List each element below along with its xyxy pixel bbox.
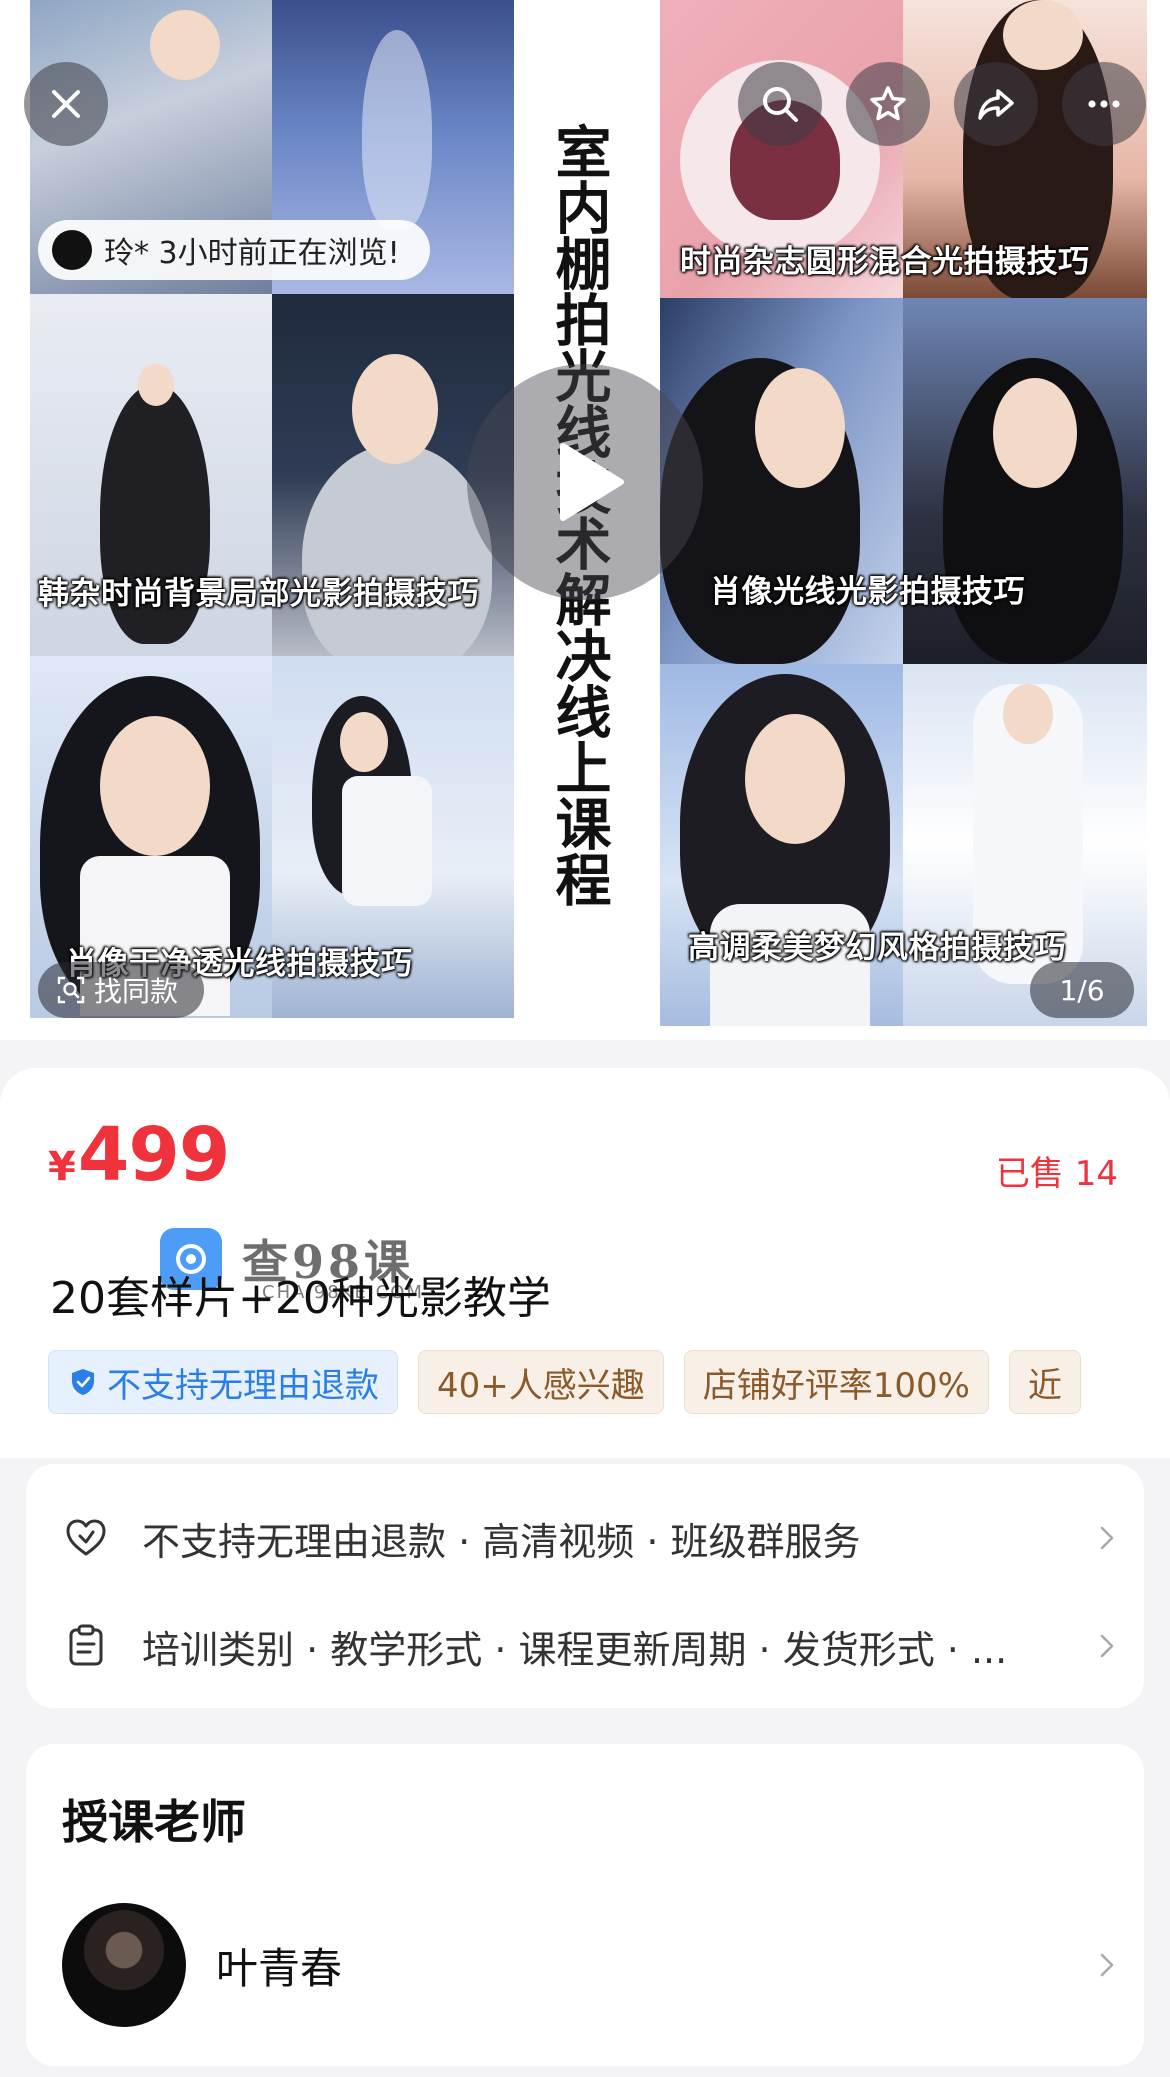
viewer-text: 玲* 3小时前正在浏览! [104,236,400,271]
tag-label: 40+人感兴趣 [437,1365,645,1406]
share-button[interactable] [954,62,1038,146]
sold-count: 已售 14 [995,1154,1118,1194]
tag-interest[interactable]: 40+人感兴趣 [418,1350,664,1414]
scan-search-icon [57,976,85,1004]
teacher-section-title: 授课老师 [62,1795,246,1849]
product-detail-page: 室内棚拍光线技术解决线上课程 时尚杂志圆形混合光拍摄技巧 韩杂时尚背景局部光影拍… [0,0,1170,2077]
tag-more[interactable]: 近 [1008,1350,1081,1414]
price-value: 499 [77,1112,230,1198]
teacher-avatar [62,1903,186,2027]
search-button[interactable] [738,62,822,146]
play-video-button[interactable] [467,364,703,600]
favorite-button[interactable] [846,62,930,146]
photo-caption: 时尚杂志圆形混合光拍摄技巧 [680,244,1090,280]
course-params-row[interactable]: 培训类别 · 教学形式 · 课程更新周期 · 发货形式 · ... [62,1606,1122,1686]
photo-caption: 肖像光线光影拍摄技巧 [710,574,1025,610]
teacher-name: 叶青春 [216,1943,343,1993]
close-button[interactable] [24,62,108,146]
star-icon [870,86,906,121]
course-params-text: 培训类别 · 教学形式 · 课程更新周期 · 发货形式 · ... [142,1627,1008,1672]
viewer-avatar [52,230,92,270]
photo-caption: 高调柔美梦幻风格拍摄技巧 [688,930,1066,966]
more-button[interactable] [1062,62,1146,146]
collage-left-column [30,0,514,1018]
currency-symbol: ¥ [48,1144,76,1190]
service-guarantee-text: 不支持无理由退款 · 高清视频 · 班级群服务 [142,1519,861,1564]
photo-caption: 韩杂时尚背景局部光影拍摄技巧 [38,576,479,612]
clipboard-icon [69,1624,103,1666]
more-icon [1088,100,1120,108]
shield-check-icon [72,1369,94,1395]
tag-label: 店铺好评率100% [702,1365,970,1406]
image-page-counter: 1/6 [1030,962,1134,1018]
chevron-right-icon [1100,1526,1114,1550]
service-card: 不支持无理由退款 · 高清视频 · 班级群服务 培训类别 · 教学形式 · 课程… [26,1464,1144,1708]
tag-shop-rating[interactable]: 店铺好评率100% [683,1350,989,1414]
heart-shield-icon [66,1519,106,1556]
share-icon [978,89,1014,120]
search-icon [763,87,798,122]
close-icon [52,90,80,118]
product-image-carousel[interactable]: 室内棚拍光线技术解决线上课程 时尚杂志圆形混合光拍摄技巧 韩杂时尚背景局部光影拍… [0,0,1170,1040]
tag-label: 近 [1027,1365,1062,1406]
price: ¥ 499 [48,1112,230,1198]
chevron-right-icon [1100,1953,1114,1977]
chevron-right-icon [1100,1634,1114,1658]
teacher-item[interactable]: 叶青春 [62,1902,1122,2028]
product-title: 20套样片+20种光影教学 [50,1273,551,1324]
find-similar-button[interactable]: 找同款 [38,962,205,1018]
find-similar-label: 找同款 [94,975,179,1008]
collage-right-column [660,0,1147,1026]
service-guarantee-row[interactable]: 不支持无理由退款 · 高清视频 · 班级群服务 [62,1498,1122,1578]
photo-tile [660,664,903,1026]
tag-no-refund[interactable]: 不支持无理由退款 [48,1350,398,1414]
recent-viewer-badge: 玲* 3小时前正在浏览! [38,220,430,280]
play-icon [560,443,624,521]
product-tags[interactable]: 不支持无理由退款 40+人感兴趣 店铺好评率100% 近 [48,1350,1124,1414]
teacher-card: 授课老师 叶青春 [26,1744,1144,2066]
tag-label: 不支持无理由退款 [107,1365,379,1406]
